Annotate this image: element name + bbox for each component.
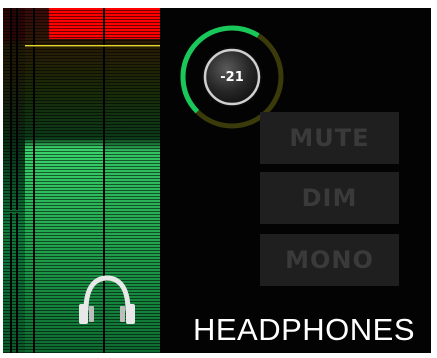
meter-scale-column (3, 8, 25, 353)
mono-button[interactable]: MONO (260, 234, 399, 286)
clip-indicator-left (49, 8, 103, 39)
volume-value: -21 (220, 70, 244, 85)
meter-divider (10, 8, 12, 353)
level-meter (3, 8, 160, 353)
output-title: HEADPHONES (192, 312, 416, 347)
meter-divider (33, 8, 35, 353)
mute-button[interactable]: MUTE (260, 112, 399, 164)
headphones-icon (79, 275, 135, 324)
peak-hold-line (25, 45, 160, 47)
clip-indicator-right (105, 8, 160, 39)
dim-button[interactable]: DIM (260, 172, 399, 224)
meter-divider (16, 8, 18, 353)
headphones-panel: -21 MUTE DIM MONO HEADPHONES (3, 8, 431, 353)
meter-level-tick (3, 210, 23, 213)
